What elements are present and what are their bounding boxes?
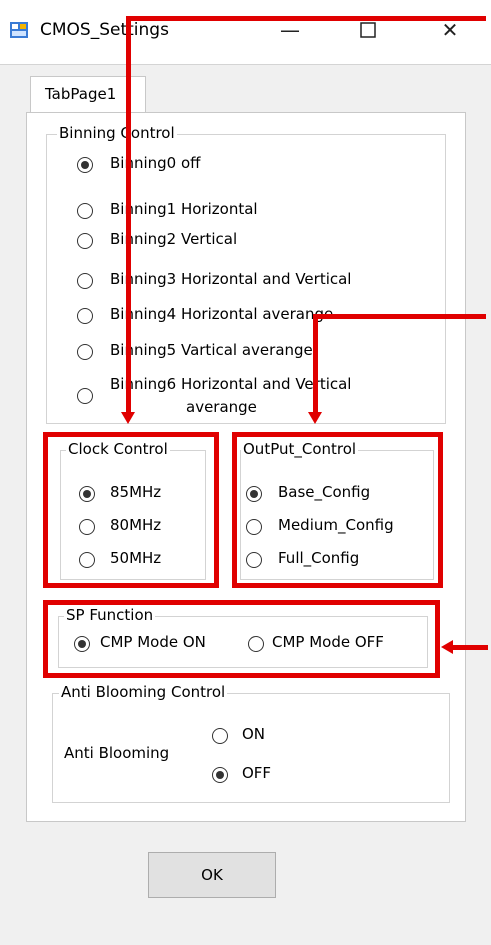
binning4-label[interactable]: Binning4 Horizontal averange [110, 305, 333, 323]
annotation-line-clock-vertical [126, 16, 131, 414]
output-annotation-box [232, 432, 443, 588]
binning3-radio[interactable] [77, 273, 93, 289]
binning1-radio[interactable] [77, 203, 93, 219]
app-icon [10, 22, 28, 38]
binning0-radio[interactable] [77, 157, 93, 173]
binning5-radio[interactable] [77, 344, 93, 360]
sp-annotation-box [43, 600, 440, 678]
binning1-label[interactable]: Binning1 Horizontal [110, 200, 258, 218]
annotation-arrow-output [308, 412, 322, 424]
annotation-line-output-top [313, 314, 486, 319]
binning0-label[interactable]: Binning0 off [110, 154, 201, 172]
binning-control-title: Binning Control [57, 124, 177, 142]
window-title: CMOS_Settings [40, 20, 169, 40]
binning3-label[interactable]: Binning3 Horizontal and Vertical [110, 270, 351, 288]
title-divider [0, 64, 491, 65]
anti-on-label[interactable]: ON [242, 725, 265, 743]
annotation-arrow-sp [441, 640, 453, 654]
binning6-label-line2[interactable]: averange [186, 398, 257, 416]
title-bar: CMOS_Settings — ✕ [0, 0, 491, 64]
annotation-line-output-vertical [313, 314, 318, 414]
ok-button[interactable]: OK [148, 852, 276, 898]
anti-blooming-title: Anti Blooming Control [59, 683, 228, 701]
binning4-radio[interactable] [77, 308, 93, 324]
anti-on-radio[interactable] [212, 728, 228, 744]
annotation-line-clock-top [126, 16, 486, 21]
tab-label: TabPage1 [45, 85, 117, 103]
binning6-radio[interactable] [77, 388, 93, 404]
binning2-radio[interactable] [77, 233, 93, 249]
annotation-arrow-clock [121, 412, 135, 424]
annotation-line-sp [452, 645, 488, 650]
clock-annotation-box [43, 432, 219, 588]
anti-off-radio[interactable] [212, 767, 228, 783]
anti-blooming-label: Anti Blooming [64, 744, 170, 762]
binning5-label[interactable]: Binning5 Vartical averange [110, 341, 313, 359]
anti-off-label[interactable]: OFF [242, 764, 271, 782]
